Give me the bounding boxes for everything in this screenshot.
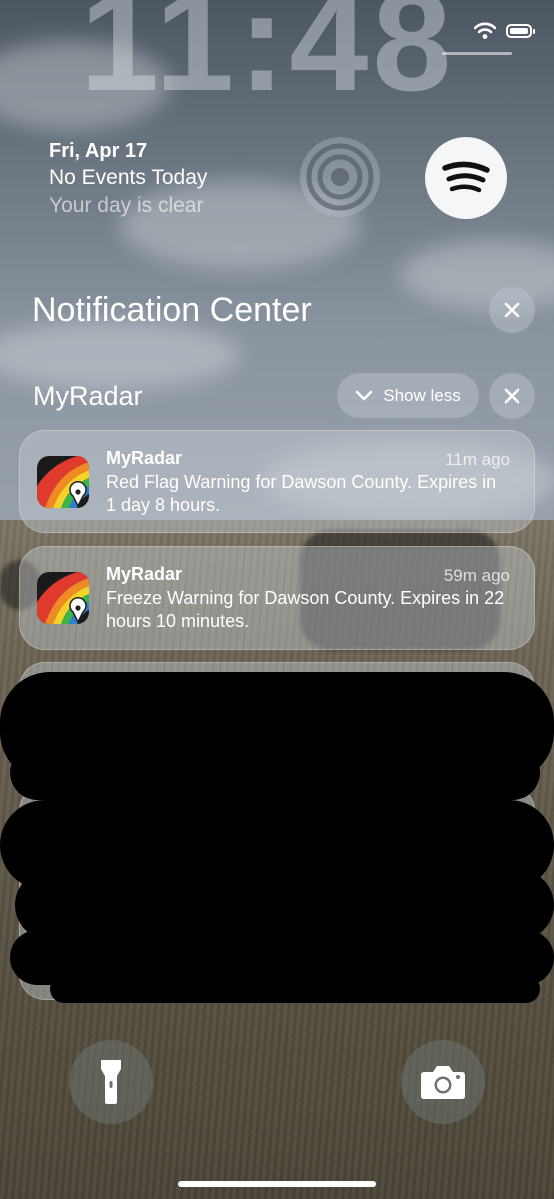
notification-body: Red Flag Warning for Dawson County. Expi… bbox=[106, 472, 497, 515]
wifi-icon bbox=[474, 22, 496, 39]
camera-button[interactable] bbox=[401, 1040, 485, 1124]
show-less-label: Show less bbox=[383, 385, 461, 405]
notification-app-name: MyRadar bbox=[106, 448, 183, 468]
myradar-app-icon bbox=[37, 456, 89, 508]
spotify-icon bbox=[442, 161, 490, 193]
notification-card[interactable]: MyRadar 59m ago Freeze Warning for Dawso… bbox=[19, 546, 535, 650]
status-bar bbox=[474, 22, 535, 40]
close-group-button[interactable] bbox=[489, 373, 535, 419]
notification-body: Freeze Warning for Dawson County. Expire… bbox=[106, 588, 505, 631]
flashlight-icon bbox=[101, 1060, 121, 1104]
flashlight-button[interactable] bbox=[69, 1040, 153, 1124]
notification-app-name: MyRadar bbox=[106, 564, 183, 584]
events-label: No Events Today bbox=[49, 166, 208, 189]
notification-time: 59m ago bbox=[443, 566, 510, 585]
date-label: Fri, Apr 17 bbox=[49, 140, 148, 162]
notification-time: 11m ago bbox=[445, 450, 510, 469]
status-indicator-line bbox=[442, 52, 512, 55]
close-icon bbox=[504, 388, 520, 404]
show-less-button[interactable]: Show less bbox=[337, 373, 479, 418]
clear-all-button[interactable] bbox=[489, 287, 535, 333]
notification-center-title: Notification Center bbox=[32, 291, 312, 329]
camera-icon bbox=[421, 1066, 465, 1099]
home-indicator[interactable] bbox=[178, 1181, 376, 1187]
notification-card[interactable]: MyRadar 11m ago Red Flag Warning for Daw… bbox=[19, 430, 535, 533]
date-widget[interactable]: Fri, Apr 17 No Events Today Your day is … bbox=[49, 138, 207, 220]
app-group-title: MyRadar bbox=[33, 381, 143, 411]
now-playing-broadcast-icon[interactable] bbox=[299, 136, 381, 218]
chevron-down-icon bbox=[355, 390, 373, 400]
close-icon bbox=[504, 302, 520, 318]
lockscreen-clock: 11:48 bbox=[80, 0, 456, 121]
redaction-scribble bbox=[10, 745, 540, 800]
myradar-app-icon bbox=[37, 572, 89, 624]
battery-icon bbox=[506, 24, 535, 38]
events-subtitle: Your day is clear bbox=[49, 194, 204, 217]
redaction-scribble bbox=[50, 975, 540, 1003]
spotify-widget[interactable] bbox=[425, 137, 507, 219]
